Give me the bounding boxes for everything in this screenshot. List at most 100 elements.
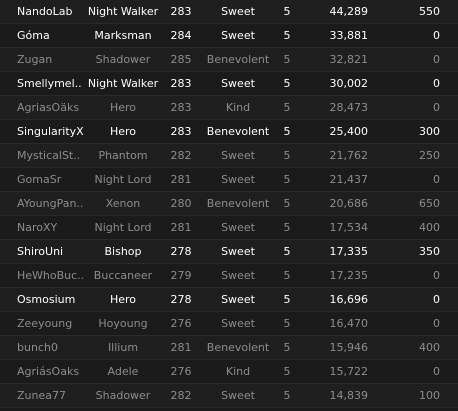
player-fame: Sweet — [221, 317, 255, 330]
player-points: 0 — [433, 293, 440, 306]
player-score: 15,946 — [329, 341, 369, 354]
table-row[interactable]: Smellymel.. Night Walker 283 Sweet 5 30,… — [0, 72, 458, 96]
player-name: NaroXY — [17, 221, 58, 234]
player-score: 32,821 — [329, 53, 369, 66]
player-score: 17,235 — [329, 269, 369, 282]
player-score: 16,696 — [329, 293, 369, 306]
table-row[interactable]: Zugan Shadower 285 Benevolent 5 32,821 0 — [0, 48, 458, 72]
player-world: 5 — [283, 29, 291, 42]
player-world: 5 — [283, 101, 291, 114]
player-points: 0 — [433, 101, 440, 114]
player-level: 281 — [170, 341, 192, 354]
player-name: MysticalSt.. — [17, 149, 81, 162]
player-fame: Benevolent — [206, 197, 270, 210]
table-row[interactable]: NaroXY Night Lord 281 Sweet 5 17,534 400 — [0, 216, 458, 240]
table-row[interactable]: bunch0 Illium 281 Benevolent 5 15,946 40… — [0, 336, 458, 360]
player-job: Phantom — [98, 149, 148, 162]
player-level: 282 — [170, 149, 192, 162]
player-world: 5 — [283, 125, 291, 138]
player-score: 30,002 — [329, 77, 369, 90]
table-row[interactable]: AgriasOäks Hero 283 Kind 5 28,473 0 — [0, 96, 458, 120]
player-level: 278 — [170, 293, 192, 306]
player-fame: Sweet — [221, 77, 255, 90]
player-level: 281 — [170, 221, 192, 234]
player-level: 283 — [170, 125, 192, 138]
table-row[interactable]: GomaSr Night Lord 281 Sweet 5 21,437 0 — [0, 168, 458, 192]
player-fame: Kind — [225, 101, 251, 114]
player-level: 278 — [170, 245, 192, 258]
player-job: Xenon — [105, 197, 141, 210]
player-fame: Sweet — [221, 5, 255, 18]
player-world: 5 — [283, 269, 291, 282]
table-row[interactable]: Góma Marksman 284 Sweet 5 33,881 0 — [0, 24, 458, 48]
player-job: Hero — [109, 293, 137, 306]
player-level: 283 — [170, 5, 192, 18]
player-score: 17,335 — [329, 245, 369, 258]
table-row[interactable]: ShiroUni Bishop 278 Sweet 5 17,335 350 — [0, 240, 458, 264]
table-row[interactable]: Zunea77 Shadower 282 Sweet 5 14,839 100 — [0, 384, 458, 408]
player-points: 0 — [433, 29, 440, 42]
player-level: 276 — [170, 317, 192, 330]
player-points: 0 — [433, 53, 440, 66]
player-world: 5 — [283, 53, 291, 66]
player-fame: Benevolent — [206, 53, 270, 66]
player-name: GomaSr — [17, 173, 62, 186]
player-name: AgriásOaks — [17, 365, 80, 378]
player-name: SingularityX — [17, 125, 84, 138]
player-fame: Sweet — [221, 389, 255, 402]
player-score: 28,473 — [329, 101, 369, 114]
player-name: Góma — [17, 29, 50, 42]
ranking-table: NandoLab Night Walker 283 Sweet 5 44,289… — [0, 0, 458, 411]
table-row[interactable]: Zeeyoung Hoyoung 276 Sweet 5 16,470 0 — [0, 312, 458, 336]
player-name: Zeeyoung — [17, 317, 73, 330]
player-level: 284 — [170, 29, 192, 42]
player-score: 16,470 — [329, 317, 369, 330]
player-name: Zunea77 — [17, 389, 66, 402]
player-world: 5 — [283, 293, 291, 306]
player-fame: Benevolent — [206, 341, 270, 354]
player-job: Night Walker — [87, 5, 159, 18]
player-name: ShiroUni — [17, 245, 64, 258]
player-level: 280 — [170, 197, 192, 210]
player-job: Hero — [109, 125, 137, 138]
player-fame: Benevolent — [206, 125, 270, 138]
table-row[interactable]: HeWhoBuc.. Buccaneer 279 Sweet 5 17,235 … — [0, 264, 458, 288]
table-row[interactable]: SingularityX Hero 283 Benevolent 5 25,40… — [0, 120, 458, 144]
player-level: 279 — [170, 269, 192, 282]
player-job: Night Lord — [94, 221, 152, 234]
player-job: Adele — [107, 365, 139, 378]
player-fame: Kind — [225, 365, 251, 378]
table-row[interactable]: NandoLab Night Walker 283 Sweet 5 44,289… — [0, 0, 458, 24]
player-level: 276 — [170, 365, 192, 378]
table-row[interactable]: Osmosium Hero 278 Sweet 5 16,696 0 — [0, 288, 458, 312]
player-world: 5 — [283, 389, 291, 402]
player-level: 283 — [170, 77, 192, 90]
player-score: 21,437 — [329, 173, 369, 186]
player-job: Hoyoung — [98, 317, 148, 330]
player-name: Osmosium — [17, 293, 76, 306]
player-world: 5 — [283, 5, 291, 18]
player-job: Night Lord — [94, 173, 152, 186]
player-job: Marksman — [94, 29, 152, 42]
player-name: NandoLab — [17, 5, 73, 18]
player-level: 281 — [170, 173, 192, 186]
player-level: 282 — [170, 389, 192, 402]
player-points: 650 — [419, 197, 440, 210]
player-level: 283 — [170, 101, 192, 114]
table-row[interactable]: AYoungPan.. Xenon 280 Benevolent 5 20,68… — [0, 192, 458, 216]
player-job: Shadower — [95, 53, 151, 66]
table-row[interactable]: AgriásOaks Adele 276 Kind 5 15,722 0 — [0, 360, 458, 384]
player-points: 300 — [419, 125, 440, 138]
player-score: 21,762 — [329, 149, 369, 162]
player-points: 0 — [433, 365, 440, 378]
player-name: AYoungPan.. — [17, 197, 84, 210]
player-job: Night Walker — [87, 77, 159, 90]
player-score: 15,722 — [329, 365, 369, 378]
player-fame: Sweet — [221, 269, 255, 282]
player-points: 350 — [419, 245, 440, 258]
player-job: Shadower — [95, 389, 151, 402]
table-row[interactable]: MysticalSt.. Phantom 282 Sweet 5 21,762 … — [0, 144, 458, 168]
player-world: 5 — [283, 197, 291, 210]
player-level: 285 — [170, 53, 192, 66]
player-points: 400 — [419, 221, 440, 234]
